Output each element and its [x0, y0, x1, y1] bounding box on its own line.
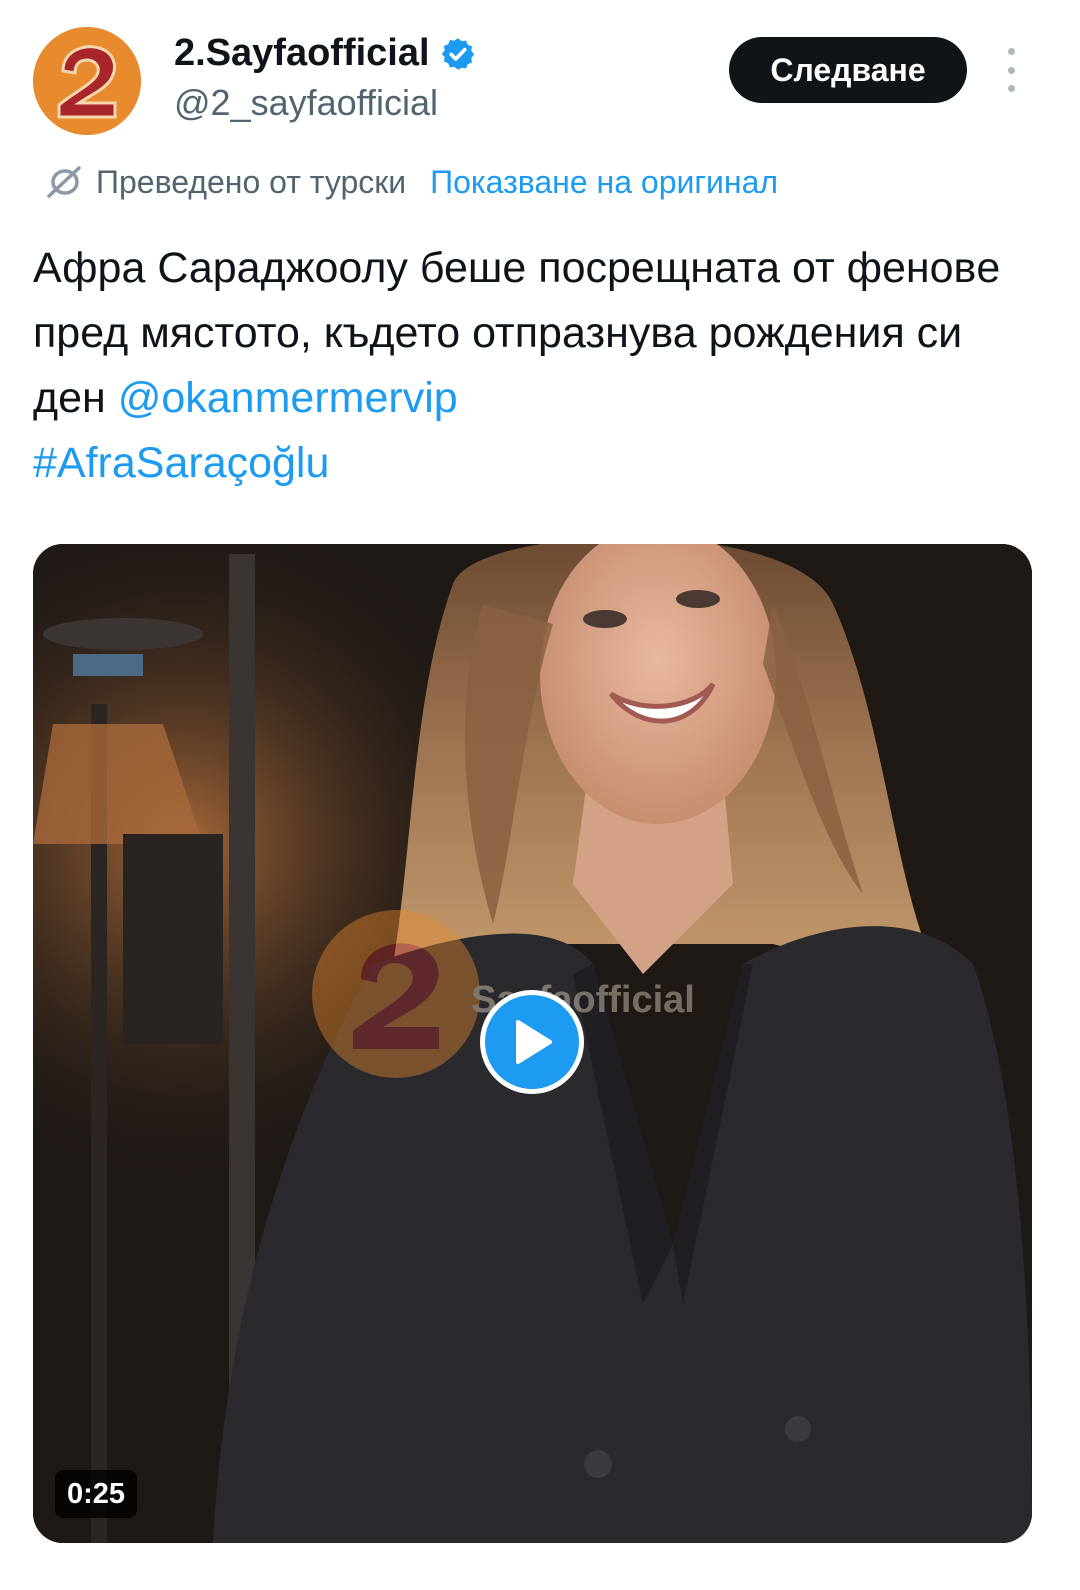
translated-from-label: Преведено от турски: [96, 163, 407, 200]
translation-row: Преведено от турски Показване на оригина…: [44, 160, 778, 204]
video-duration: 0:25: [55, 1470, 138, 1518]
mention-link[interactable]: @okanmermervip: [118, 374, 458, 422]
video-player[interactable]: Sayfaofficial 0:25: [33, 544, 1032, 1543]
follow-button[interactable]: Следване: [729, 37, 967, 103]
more-options-icon[interactable]: [995, 48, 1027, 92]
show-original-link[interactable]: Показване на оригинал: [430, 164, 778, 201]
display-name[interactable]: 2.Sayfaofficial: [174, 32, 476, 75]
more-dot: [1007, 85, 1015, 92]
more-dot: [1007, 66, 1015, 74]
display-name-text: 2.Sayfaofficial: [174, 32, 430, 74]
play-button[interactable]: [480, 990, 584, 1094]
verified-badge-icon: [441, 37, 474, 70]
translate-icon: [47, 166, 81, 198]
tweet-text: Афра Сараджоолу беше посрещната от фенов…: [33, 236, 1043, 496]
user-handle[interactable]: @2_sayfaofficial: [174, 82, 438, 124]
avatar-logo: [33, 27, 141, 135]
play-icon: [516, 1020, 552, 1064]
hashtag-link[interactable]: #AfraSaraçoğlu: [33, 439, 329, 487]
avatar[interactable]: [33, 27, 141, 135]
watermark-logo: [312, 910, 480, 1078]
more-dot: [1007, 48, 1015, 55]
